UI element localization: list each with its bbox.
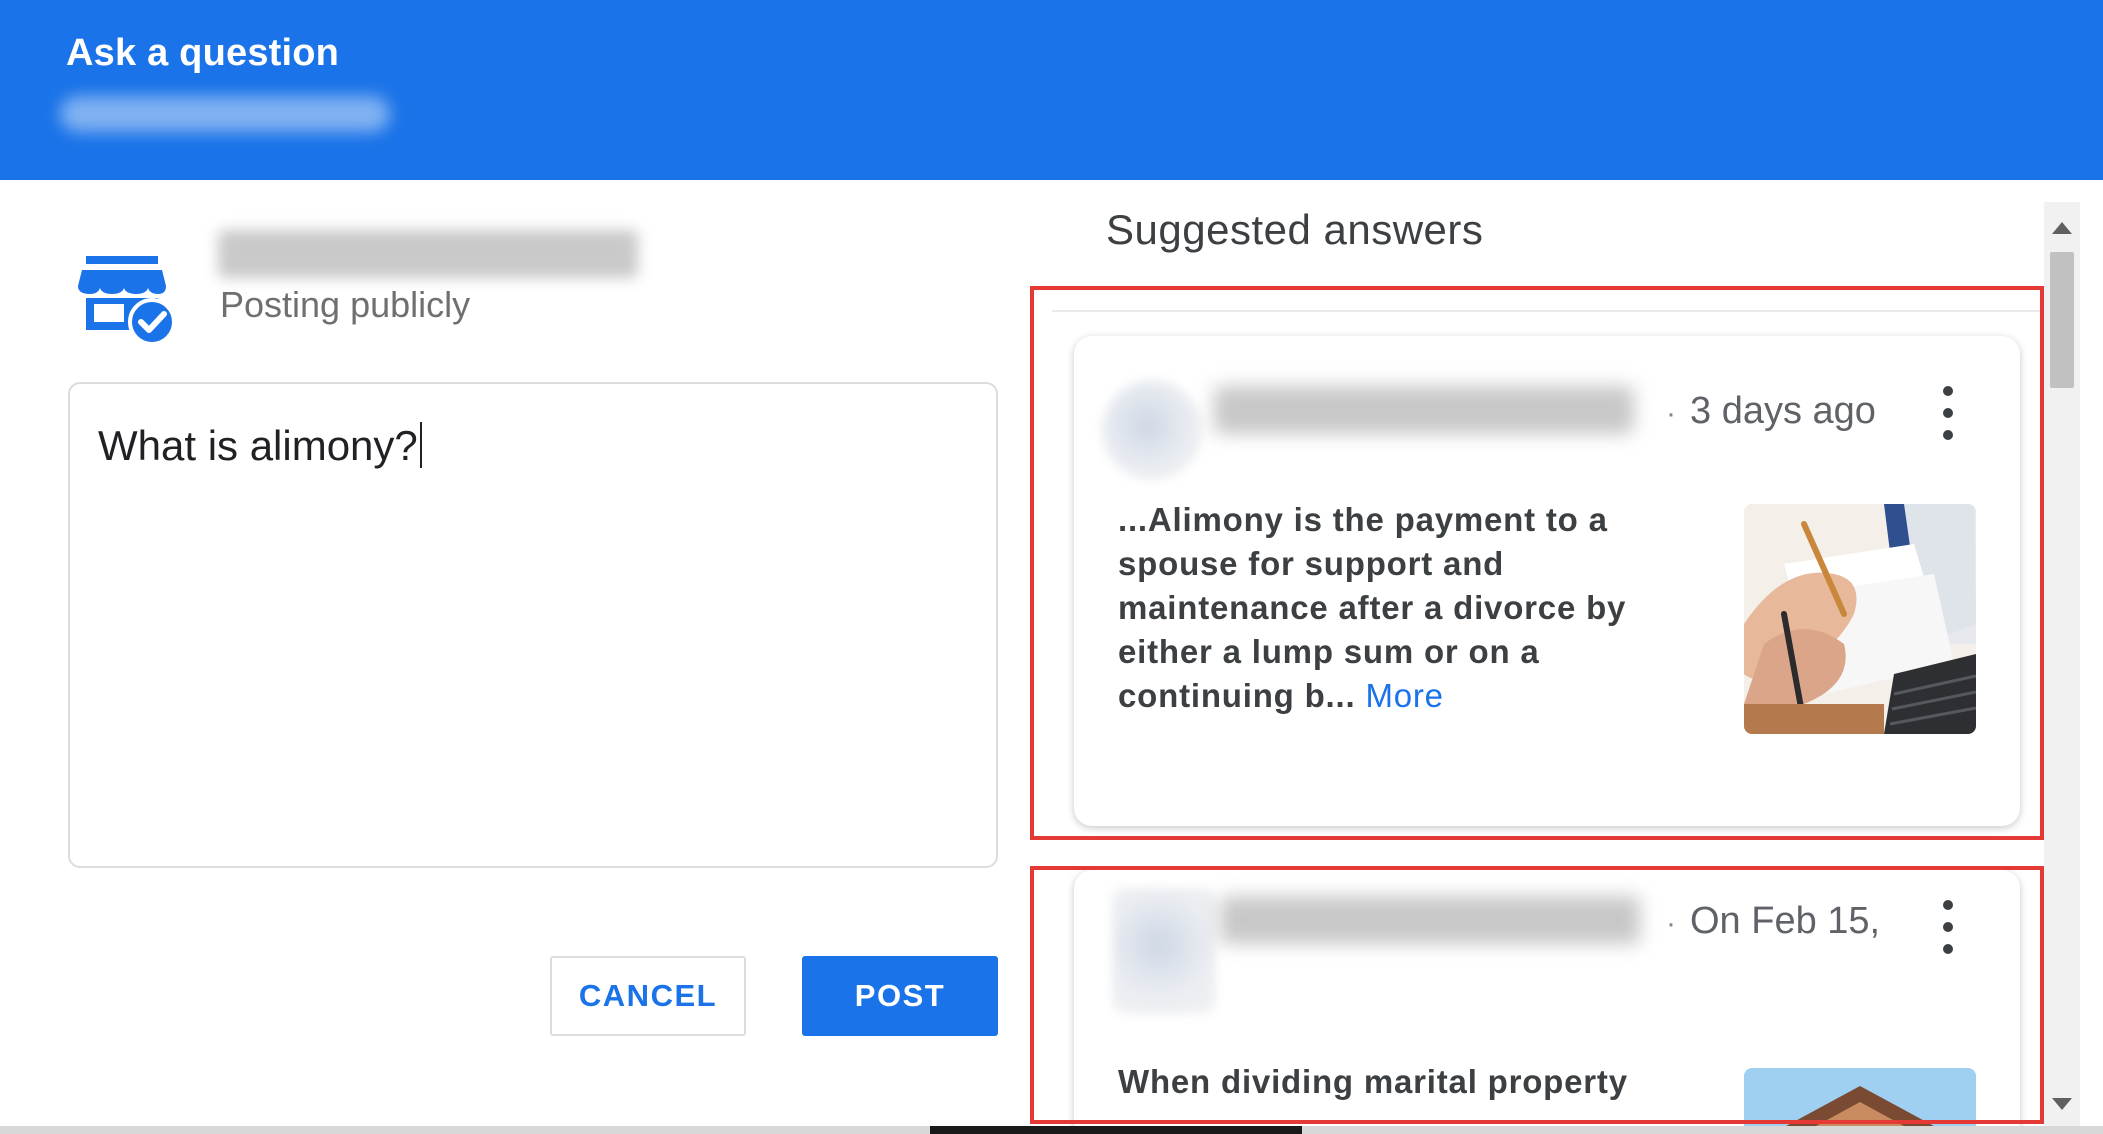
more-link[interactable]: More (1365, 677, 1443, 714)
answer-card[interactable]: · On Feb 15, When dividing marital proper… (1074, 870, 2020, 1134)
suggested-answers-title: Suggested answers (1106, 206, 1484, 253)
posting-visibility-label: Posting publicly (220, 284, 471, 325)
more-vert-icon[interactable] (1936, 386, 1960, 440)
avatar (1112, 888, 1216, 1014)
answer-card[interactable]: · 3 days ago ...Alimony is the payment to… (1074, 336, 2020, 826)
scroll-down-arrow-icon[interactable] (2052, 1098, 2072, 1110)
dialog-header: Ask a question (0, 0, 2103, 180)
bottom-edge-dark (930, 1126, 1302, 1134)
answer-thumbnail (1744, 504, 1976, 734)
post-button[interactable]: POST (802, 956, 998, 1036)
scrollbar-thumb[interactable] (2050, 252, 2074, 388)
text-caret (419, 422, 422, 468)
redacted-business-name (218, 230, 638, 278)
cancel-button[interactable]: CANCEL (550, 956, 746, 1036)
scroll-up-arrow-icon[interactable] (2052, 222, 2072, 234)
store-verified-icon (78, 252, 176, 348)
redacted-business-subtitle (60, 96, 390, 132)
answer-snippet: ...Alimony is the payment to a spouse fo… (1118, 501, 1627, 714)
answer-timestamp: · On Feb 15, (1666, 900, 1881, 942)
avatar (1102, 380, 1202, 480)
dialog-title: Ask a question (66, 32, 340, 74)
more-vert-icon[interactable] (1936, 900, 1960, 954)
answer-timestamp: · 3 days ago (1666, 390, 1876, 432)
answer-snippet: When dividing marital property (1118, 1063, 1628, 1100)
question-value: What is alimony? (98, 422, 422, 470)
redacted-author-name (1214, 386, 1634, 434)
redacted-author-name (1220, 896, 1640, 944)
section-divider (1052, 310, 2042, 312)
question-textarea[interactable]: What is alimony? (68, 382, 998, 868)
answer-thumbnail (1744, 1068, 1976, 1134)
